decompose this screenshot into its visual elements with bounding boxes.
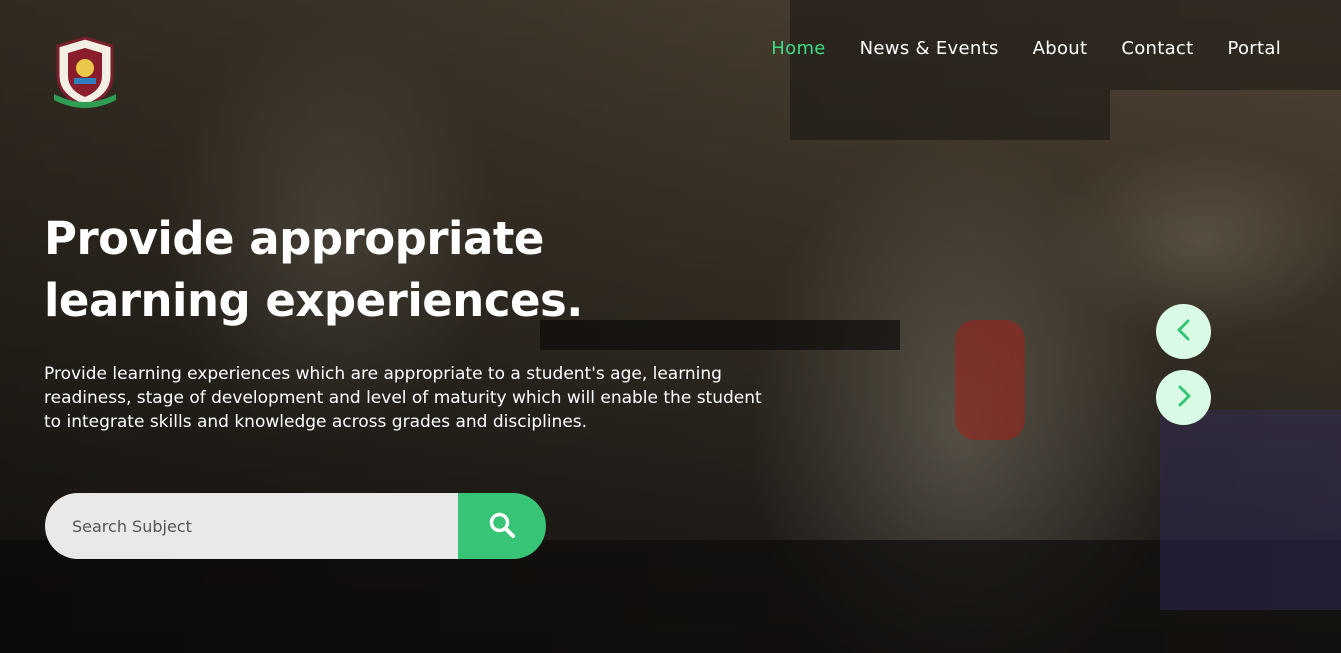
chevron-left-icon <box>1174 318 1194 345</box>
slider-prev-button[interactable] <box>1156 304 1211 359</box>
hero-title: Provide appropriate learning experiences… <box>44 212 583 327</box>
nav-about[interactable]: About <box>1033 38 1088 59</box>
nav-home[interactable]: Home <box>771 38 825 59</box>
school-crest-logo[interactable] <box>50 36 120 108</box>
search-button[interactable] <box>458 493 546 559</box>
slider-next-button[interactable] <box>1156 370 1211 425</box>
main-nav: Home News & Events About Contact Portal <box>771 38 1281 59</box>
nav-contact[interactable]: Contact <box>1121 38 1193 59</box>
nav-news-events[interactable]: News & Events <box>860 38 999 59</box>
hero-description: Provide learning experiences which are a… <box>44 364 762 432</box>
nav-portal[interactable]: Portal <box>1227 38 1281 59</box>
chevron-right-icon <box>1174 384 1194 411</box>
subject-search-bar <box>45 493 546 559</box>
search-icon <box>488 511 516 542</box>
search-input[interactable] <box>45 493 458 559</box>
